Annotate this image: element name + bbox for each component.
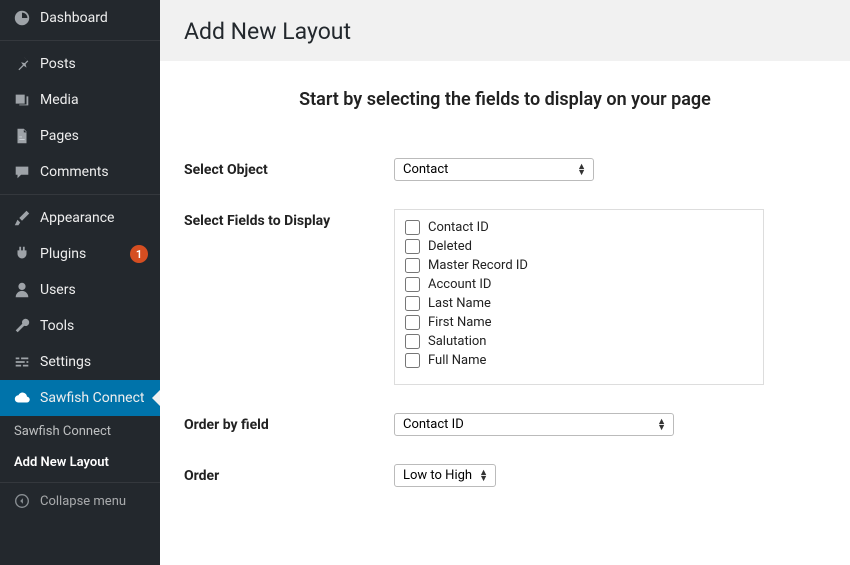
sidebar-item-pages[interactable]: Pages: [0, 118, 160, 154]
order-dropdown[interactable]: Low to High: [394, 464, 496, 487]
order-by-dropdown[interactable]: Contact ID: [394, 413, 674, 436]
field-row[interactable]: Last Name: [405, 294, 753, 313]
field-label: Account ID: [428, 277, 491, 292]
field-row[interactable]: Salutation: [405, 332, 753, 351]
select-object-dropdown[interactable]: Contact: [394, 158, 594, 181]
sidebar-item-tools[interactable]: Tools: [0, 308, 160, 344]
field-checkbox[interactable]: [405, 239, 420, 254]
sidebar-subitem-sawfish[interactable]: Sawfish Connect: [0, 416, 160, 447]
sidebar-item-label: Comments: [40, 164, 148, 180]
collapse-label: Collapse menu: [40, 494, 148, 509]
field-label: Deleted: [428, 239, 472, 254]
sidebar-item-label: Dashboard: [40, 10, 148, 26]
sidebar-item-label: Posts: [40, 56, 148, 72]
page-title: Add New Layout: [184, 18, 826, 45]
field-checkbox[interactable]: [405, 277, 420, 292]
wrench-icon: [12, 316, 32, 336]
sliders-icon: [12, 352, 32, 372]
content-area: Start by selecting the fields to display…: [160, 61, 850, 565]
pages-icon: [12, 126, 32, 146]
media-icon: [12, 90, 32, 110]
sidebar-item-label: Appearance: [40, 210, 148, 226]
user-icon: [12, 280, 32, 300]
field-row[interactable]: First Name: [405, 313, 753, 332]
sidebar-item-label: Sawfish Connect: [40, 390, 148, 406]
field-label: Master Record ID: [428, 258, 528, 273]
field-label: Full Name: [428, 353, 486, 368]
field-label: Contact ID: [428, 220, 489, 235]
sidebar-item-media[interactable]: Media: [0, 82, 160, 118]
sidebar-item-posts[interactable]: Posts: [0, 46, 160, 82]
sidebar-item-label: Media: [40, 92, 148, 108]
brush-icon: [12, 208, 32, 228]
field-checkbox[interactable]: [405, 334, 420, 349]
sidebar-item-appearance[interactable]: Appearance: [0, 200, 160, 236]
intro-heading: Start by selecting the fields to display…: [184, 89, 826, 110]
label-order: Order: [184, 464, 394, 484]
admin-sidebar: Dashboard Posts Media Pages Comments App…: [0, 0, 160, 565]
update-badge: 1: [130, 245, 148, 263]
sidebar-item-label: Settings: [40, 354, 148, 370]
label-order-by: Order by field: [184, 413, 394, 433]
field-checkbox[interactable]: [405, 296, 420, 311]
row-select-object: Select Object Contact ▲▼: [184, 158, 826, 181]
main-content: Add New Layout Start by selecting the fi…: [160, 0, 850, 565]
row-order-by: Order by field Contact ID ▲▼: [184, 413, 826, 436]
sidebar-item-plugins[interactable]: Plugins 1: [0, 236, 160, 272]
field-checkbox[interactable]: [405, 220, 420, 235]
plug-icon: [12, 244, 32, 264]
sidebar-item-comments[interactable]: Comments: [0, 154, 160, 190]
sidebar-item-label: Tools: [40, 318, 148, 334]
collapse-icon: [12, 491, 32, 511]
sidebar-item-sawfish-connect[interactable]: Sawfish Connect: [0, 380, 160, 416]
sidebar-item-users[interactable]: Users: [0, 272, 160, 308]
sidebar-item-label: Pages: [40, 128, 148, 144]
sidebar-item-label: Plugins: [40, 246, 124, 262]
field-label: First Name: [428, 315, 492, 330]
sidebar-item-dashboard[interactable]: Dashboard: [0, 0, 160, 36]
field-row[interactable]: Contact ID: [405, 218, 753, 237]
sidebar-item-settings[interactable]: Settings: [0, 344, 160, 380]
field-label: Last Name: [428, 296, 491, 311]
field-checkbox[interactable]: [405, 315, 420, 330]
comment-icon: [12, 162, 32, 182]
field-label: Salutation: [428, 334, 486, 349]
fields-scrollbox[interactable]: Contact ID Deleted Master Record ID Acco…: [394, 209, 764, 385]
row-select-fields: Select Fields to Display Contact ID Dele…: [184, 209, 826, 385]
pin-icon: [12, 54, 32, 74]
collapse-menu-button[interactable]: Collapse menu: [0, 482, 160, 519]
sidebar-subitem-add-new-layout[interactable]: Add New Layout: [0, 447, 160, 478]
field-checkbox[interactable]: [405, 258, 420, 273]
field-row[interactable]: Full Name: [405, 351, 753, 370]
page-header: Add New Layout: [160, 0, 850, 61]
sidebar-item-label: Users: [40, 282, 148, 298]
field-checkbox[interactable]: [405, 353, 420, 368]
field-row[interactable]: Account ID: [405, 275, 753, 294]
dashboard-icon: [12, 8, 32, 28]
cloud-icon: [12, 388, 32, 408]
field-row[interactable]: Deleted: [405, 237, 753, 256]
label-select-object: Select Object: [184, 158, 394, 178]
field-row[interactable]: Master Record ID: [405, 256, 753, 275]
row-order: Order Low to High ▲▼: [184, 464, 826, 487]
label-select-fields: Select Fields to Display: [184, 209, 394, 229]
